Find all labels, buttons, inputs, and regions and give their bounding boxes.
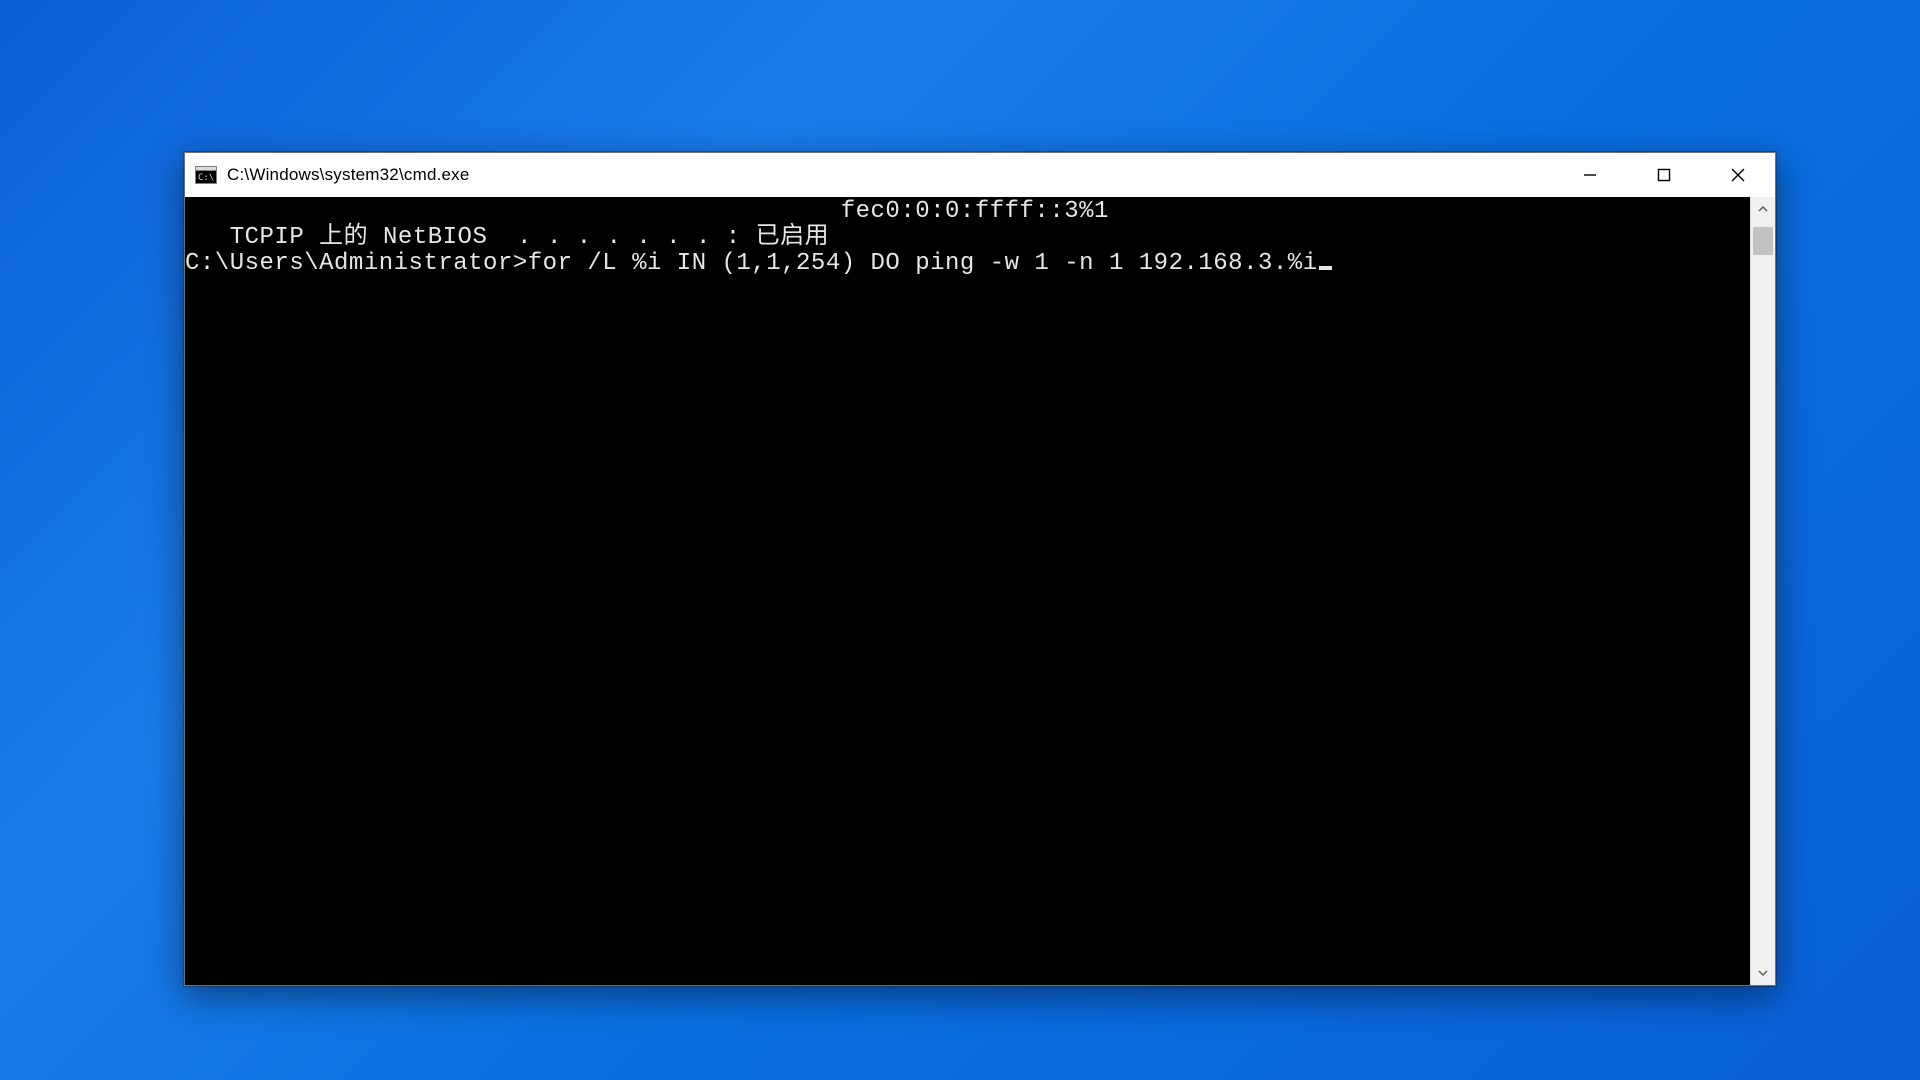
- minimize-button[interactable]: [1553, 153, 1627, 197]
- output-indent: [185, 224, 230, 251]
- close-button[interactable]: [1701, 153, 1775, 197]
- scroll-thumb[interactable]: [1753, 227, 1773, 255]
- scroll-track[interactable]: [1751, 221, 1775, 961]
- titlebar[interactable]: C:\ C:\Windows\system32\cmd.exe: [185, 153, 1775, 197]
- window-title: C:\Windows\system32\cmd.exe: [227, 165, 470, 185]
- prompt: C:\Users\Administrator>: [185, 250, 528, 277]
- client-area: fec0:0:0:ffff::3%1 TCPIP 上的 NetBIOS . . …: [185, 197, 1775, 985]
- output-text: TCPIP 上的 NetBIOS . . . . . . . : 已启用: [230, 224, 829, 251]
- terminal-output[interactable]: fec0:0:0:ffff::3%1 TCPIP 上的 NetBIOS . . …: [185, 197, 1750, 985]
- cmd-icon: C:\: [195, 165, 217, 185]
- svg-text:C:\: C:\: [198, 173, 214, 183]
- window-controls: [1553, 153, 1775, 197]
- command-input[interactable]: for /L %i IN (1,1,254) DO ping -w 1 -n 1…: [528, 250, 1318, 277]
- output-text: fec0:0:0:ffff::3%1: [841, 198, 1109, 225]
- vertical-scrollbar[interactable]: [1750, 197, 1775, 985]
- cmd-window: C:\ C:\Windows\system32\cmd.exe: [184, 152, 1776, 986]
- scroll-up-button[interactable]: [1751, 197, 1775, 221]
- maximize-button[interactable]: [1627, 153, 1701, 197]
- cursor: [1319, 266, 1332, 270]
- scroll-down-button[interactable]: [1751, 961, 1775, 985]
- output-indent: [185, 198, 841, 225]
